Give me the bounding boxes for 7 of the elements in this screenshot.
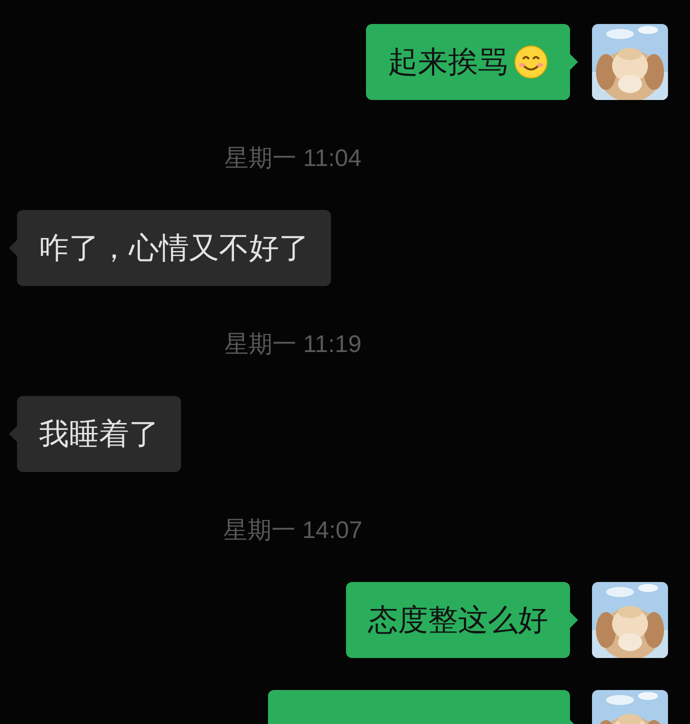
message-text: 起来挨骂 <box>388 44 508 80</box>
message-text: 我睡着了 <box>39 416 159 452</box>
timestamp: 星期一 14:07 <box>224 516 362 546</box>
timestamp: 星期一 11:04 <box>224 144 362 174</box>
message-text: 态度整这么好 <box>368 602 548 638</box>
message-text: 咋了，心情又不好了 <box>39 230 309 266</box>
timestamp: 星期一 11:19 <box>224 330 362 360</box>
